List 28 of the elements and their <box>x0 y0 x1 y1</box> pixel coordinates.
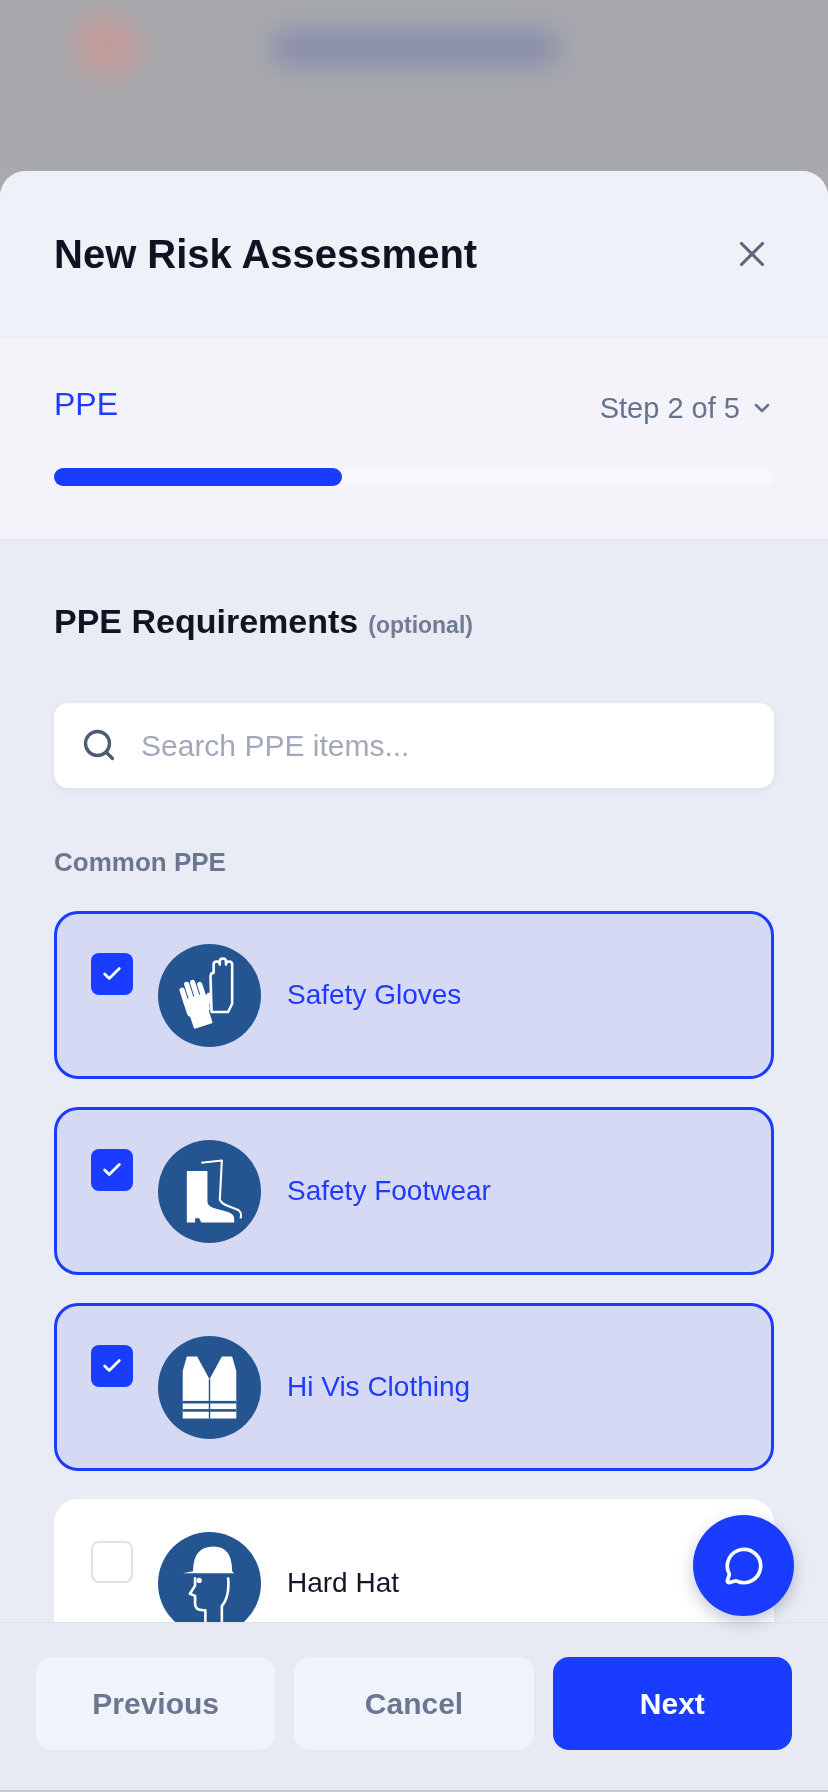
previous-button[interactable]: Previous <box>36 1657 276 1750</box>
vest-icon <box>158 1335 261 1439</box>
ppe-option-card[interactable]: Hard Hat <box>54 1499 774 1622</box>
option-label: Hard Hat <box>287 1566 400 1600</box>
chat-bubble-icon <box>723 1545 764 1586</box>
search-icon <box>81 727 117 763</box>
option-label: Safety Footwear <box>287 1174 491 1208</box>
optional-note: (optional) <box>368 611 473 640</box>
cancel-button[interactable]: Cancel <box>294 1657 534 1750</box>
section-title: PPE Requirements <box>54 601 359 641</box>
ppe-option-card[interactable]: Safety Footwear <box>54 1107 774 1275</box>
hard-hat-icon <box>158 1531 261 1622</box>
ppe-option-card[interactable]: Safety Gloves <box>54 911 774 1079</box>
option-label: Safety Gloves <box>287 978 462 1012</box>
boot-icon <box>158 1139 261 1243</box>
option-label: Hi Vis Clothing <box>287 1370 471 1404</box>
dialog-title: New Risk Assessment <box>54 231 478 278</box>
ppe-option-card[interactable]: Hi Vis Clothing <box>54 1303 774 1471</box>
checkbox[interactable] <box>91 1345 133 1387</box>
group-label: Common PPE <box>54 847 226 877</box>
checkbox[interactable] <box>91 953 133 995</box>
checkbox[interactable] <box>91 1541 133 1583</box>
checkbox[interactable] <box>91 1149 133 1191</box>
search-field[interactable]: Search PPE items... <box>54 703 774 788</box>
next-button[interactable]: Next <box>552 1657 792 1750</box>
gloves-icon <box>158 943 261 1047</box>
step-name: PPE <box>54 385 119 424</box>
step-dropdown[interactable]: Step 2 of 5 <box>599 388 774 428</box>
